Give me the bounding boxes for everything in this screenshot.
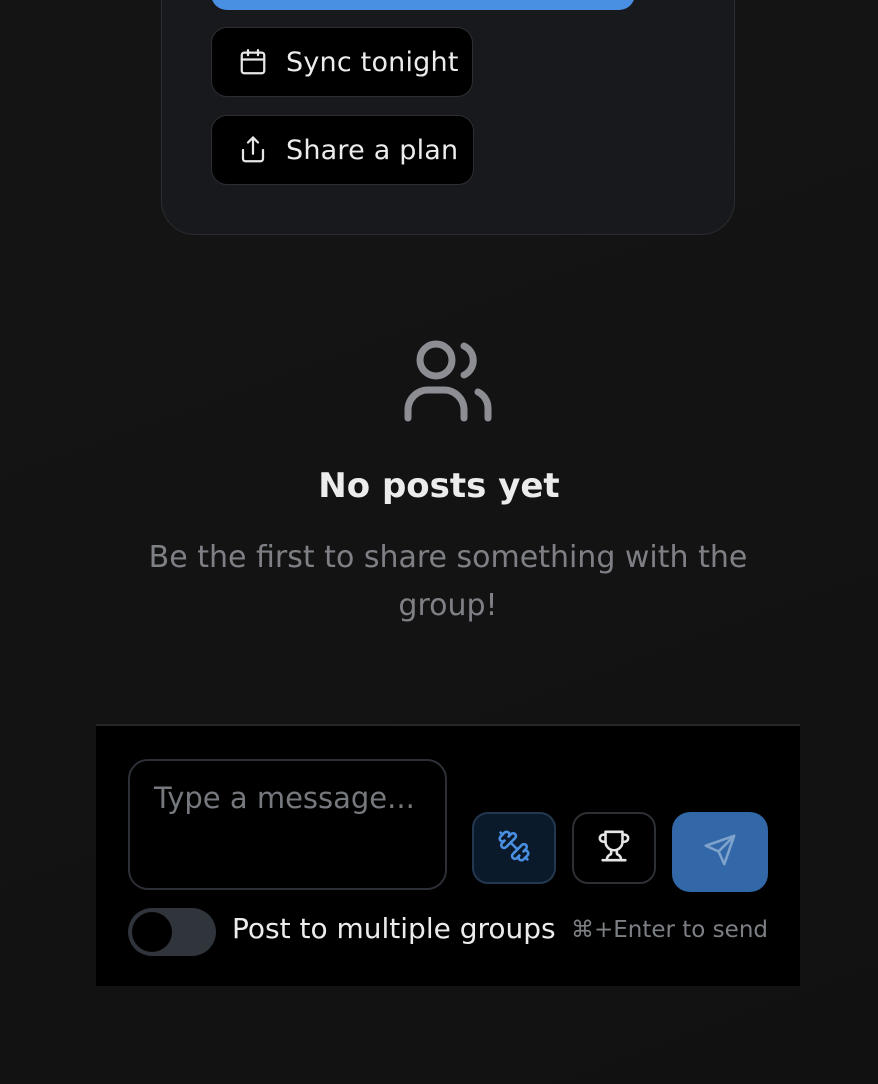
share-plan-label: Share a plan xyxy=(286,134,459,166)
send-shortcut-hint: ⌘+Enter to send xyxy=(570,917,768,943)
empty-state-title: No posts yet xyxy=(318,466,560,506)
users-icon xyxy=(402,338,494,424)
dumbbell-icon xyxy=(497,829,531,867)
send-button[interactable] xyxy=(672,812,768,892)
toggle-knob xyxy=(132,912,172,952)
challenge-button[interactable] xyxy=(572,812,656,884)
multi-group-toggle[interactable] xyxy=(128,908,216,956)
send-icon xyxy=(703,833,737,871)
sync-tonight-label: Sync tonight xyxy=(286,46,459,78)
trophy-icon xyxy=(597,829,631,867)
message-input[interactable] xyxy=(128,759,447,890)
empty-state-subtitle: Be the first to share something with the… xyxy=(148,540,748,623)
multi-group-toggle-label: Post to multiple groups xyxy=(232,912,556,945)
share-plan-button[interactable]: Share a plan xyxy=(211,115,474,185)
calendar-icon xyxy=(238,47,268,77)
primary-action-button[interactable] xyxy=(211,0,635,10)
share-icon xyxy=(238,135,268,165)
sync-tonight-button[interactable]: Sync tonight xyxy=(211,27,473,97)
message-composer: Post to multiple groups ⌘+Enter to send xyxy=(96,724,800,986)
workout-button[interactable] xyxy=(472,812,556,884)
